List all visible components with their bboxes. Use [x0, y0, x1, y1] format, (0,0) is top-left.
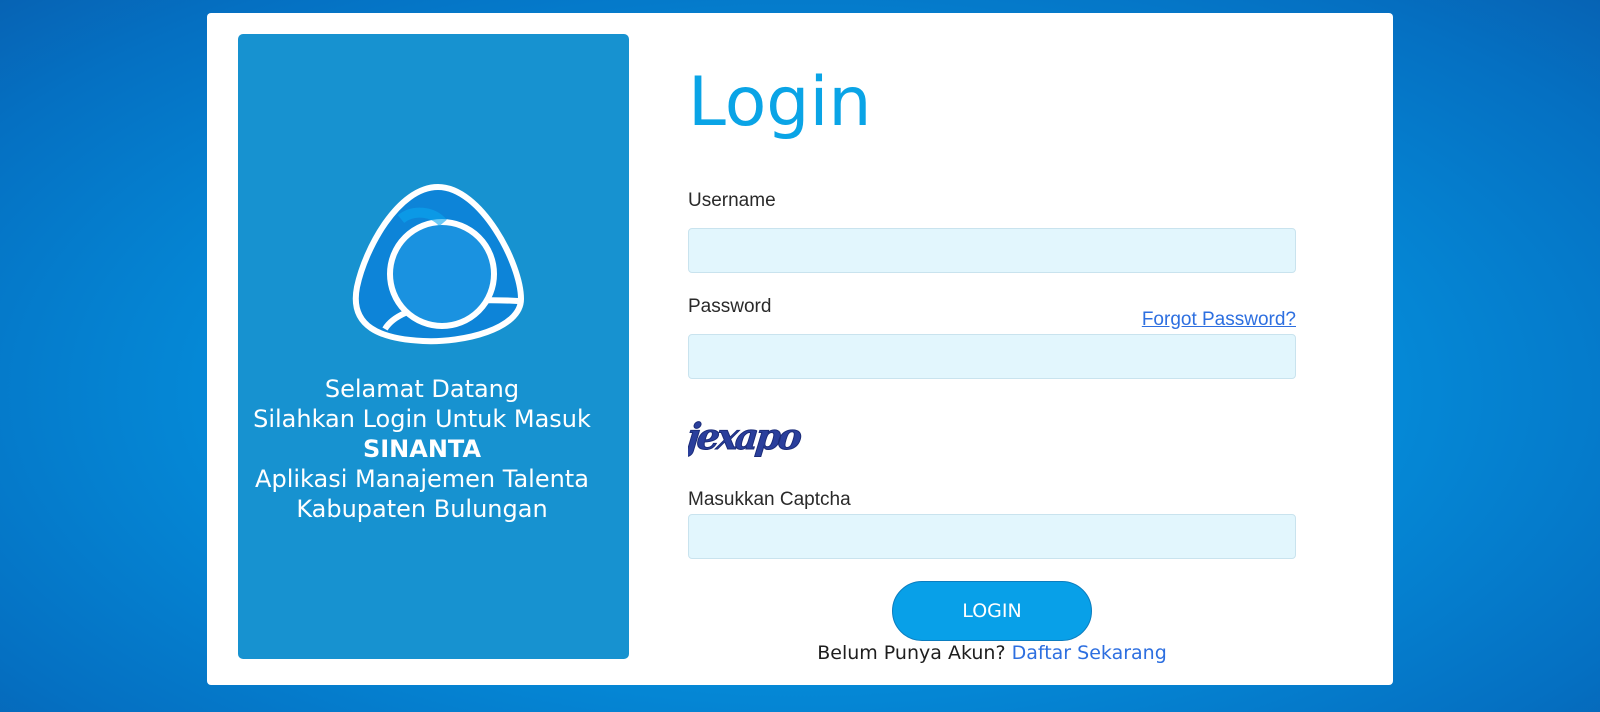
app-logo	[352, 183, 525, 345]
captcha-field[interactable]	[688, 514, 1296, 559]
captcha-label: Masukkan Captcha	[688, 489, 851, 510]
welcome-line-1: Selamat Datang	[324, 375, 520, 403]
login-button[interactable]: LOGIN	[892, 581, 1092, 641]
forgot-password-link[interactable]: Forgot Password?	[1142, 309, 1296, 331]
captcha-image: jexapo	[688, 415, 804, 459]
login-form: Login Username Password Forgot Password?…	[688, 13, 1298, 685]
register-prompt: Belum Punya Akun? Daftar Sekarang	[688, 642, 1296, 664]
login-card: Selamat Datang Silahkan Login Untuk Masu…	[207, 13, 1393, 685]
password-field[interactable]	[688, 334, 1296, 379]
welcome-line-2: Silahkan Login Untuk Masuk	[253, 405, 591, 433]
welcome-text: Selamat Datang Silahkan Login Untuk Masu…	[238, 374, 606, 524]
username-label: Username	[688, 190, 776, 211]
welcome-line-4: Aplikasi Manajemen Talenta	[255, 465, 589, 493]
app-name: SINANTA	[362, 435, 482, 463]
password-label: Password	[688, 296, 772, 317]
username-field[interactable]	[688, 228, 1296, 273]
welcome-panel: Selamat Datang Silahkan Login Untuk Masu…	[238, 34, 629, 659]
register-prompt-text: Belum Punya Akun?	[817, 642, 1006, 664]
welcome-line-5: Kabupaten Bulungan	[296, 495, 548, 523]
register-link[interactable]: Daftar Sekarang	[1012, 642, 1167, 664]
page-title: Login	[688, 63, 872, 142]
captcha-text: jexapo	[688, 415, 803, 458]
